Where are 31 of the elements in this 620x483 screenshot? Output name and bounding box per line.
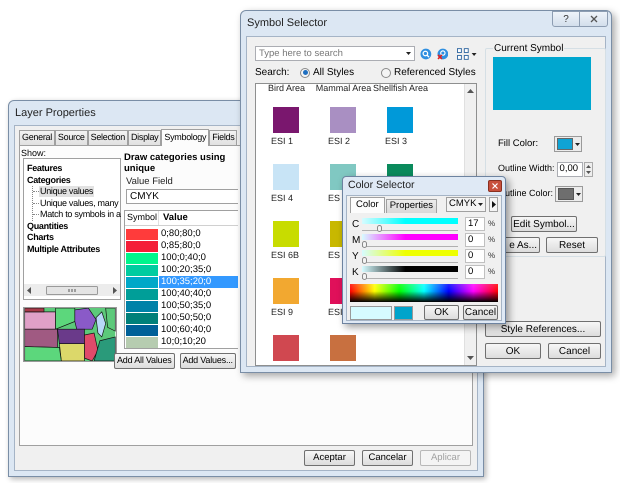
window-title: Color Selector <box>348 178 415 194</box>
group-title: Current Symbol <box>493 42 564 56</box>
group-header: Shellfish Area <box>372 84 429 93</box>
outline-color-label: utline Color: <box>505 187 554 200</box>
percent-label: % <box>488 234 496 246</box>
group-header: Mammal Area <box>315 84 372 93</box>
value-field-label: Value Field <box>126 176 174 187</box>
symbol-label: ESI 4 <box>271 193 294 204</box>
percent-label: % <box>488 266 496 278</box>
channel-label: C <box>351 218 360 232</box>
channel-label: Y <box>351 250 360 264</box>
window-title: Symbol Selector <box>247 16 328 32</box>
channel-label: M <box>351 234 362 248</box>
percent-label: % <box>488 250 496 262</box>
symbol-label: ESI 2 <box>328 136 350 147</box>
window-title: Layer Properties <box>15 106 96 121</box>
fill-color-label: Fill Color: <box>498 136 540 151</box>
outline-width-label: Outline Width: <box>498 162 555 176</box>
show-label: Show: <box>21 148 48 158</box>
symbol-label: ESI 6B <box>271 250 300 261</box>
search-label: Search: <box>255 66 290 80</box>
symbol-label: ESI <box>328 307 343 318</box>
symbol-label: ESI 9 <box>271 307 294 318</box>
symbol-label: ESI 1 <box>271 136 294 147</box>
symbol-label: ES <box>328 250 340 261</box>
symbol-label: ESI 3 <box>385 136 408 147</box>
symbol-label: ES <box>328 193 340 204</box>
percent-label: % <box>488 218 496 230</box>
symbology-heading: Draw categories using unique <box>124 152 226 174</box>
channel-label: K <box>351 266 360 280</box>
group-header: Bird Area <box>266 84 306 93</box>
